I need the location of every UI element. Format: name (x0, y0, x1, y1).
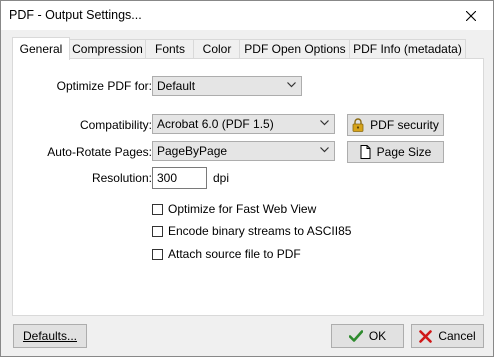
optimize-label: Optimize PDF for: (56, 79, 152, 93)
autorotate-label: Auto-Rotate Pages: (47, 145, 152, 159)
pdf-security-button[interactable]: PDF security (347, 114, 444, 136)
checkbox-box[interactable] (152, 225, 163, 237)
attach-source-checkbox[interactable]: Attach source file to PDF (152, 246, 301, 262)
page-size-label: Page Size (376, 145, 432, 159)
autorotate-select[interactable]: PageByPage (152, 141, 335, 161)
optimize-value: Default (157, 79, 196, 93)
ok-button[interactable]: OK (331, 324, 404, 348)
chevron-down-icon (320, 147, 329, 153)
page-size-button[interactable]: Page Size (347, 141, 444, 163)
checkbox-box[interactable] (152, 248, 163, 260)
defaults-button[interactable]: Defaults... (13, 324, 87, 348)
page-icon (360, 145, 371, 159)
general-panel: Optimize PDF for: Default Compatibility:… (12, 58, 484, 316)
title-bar: PDF - Output Settings... (1, 1, 493, 30)
resolution-unit: dpi (213, 171, 230, 185)
resolution-label: Resolution: (91, 171, 152, 185)
fast-web-view-checkbox[interactable]: Optimize for Fast Web View (152, 201, 316, 217)
window-title: PDF - Output Settings... (9, 8, 142, 22)
defaults-label: Defaults... (22, 329, 78, 343)
optimize-select[interactable]: Default (152, 76, 302, 96)
tab-general[interactable]: General (12, 37, 70, 60)
close-icon (466, 10, 476, 21)
tab-compression[interactable]: Compression (68, 39, 147, 58)
ok-label: OK (368, 329, 387, 343)
lock-icon (352, 118, 364, 132)
pdf-security-label: PDF security (370, 118, 439, 132)
checkmark-icon (348, 330, 363, 342)
chevron-down-icon (320, 120, 329, 126)
close-button[interactable] (449, 1, 493, 30)
compatibility-select[interactable]: Acrobat 6.0 (PDF 1.5) (152, 114, 335, 134)
dialog-window: PDF - Output Settings... General Compres… (0, 0, 494, 357)
ascii85-checkbox[interactable]: Encode binary streams to ASCII85 (152, 223, 351, 239)
ascii85-label: Encode binary streams to ASCII85 (168, 224, 352, 238)
tab-color[interactable]: Color (193, 39, 241, 58)
tab-pdf-open-options[interactable]: PDF Open Options (239, 39, 351, 58)
x-icon (419, 329, 433, 343)
compatibility-label: Compatibility: (79, 118, 152, 132)
tab-pdf-info[interactable]: PDF Info (metadata) (349, 39, 466, 58)
cancel-button[interactable]: Cancel (411, 324, 484, 348)
chevron-down-icon (287, 82, 296, 88)
fast-web-view-label: Optimize for Fast Web View (168, 202, 317, 216)
resolution-input[interactable]: 300 (152, 167, 207, 189)
attach-source-label: Attach source file to PDF (168, 247, 301, 261)
autorotate-value: PageByPage (157, 144, 228, 158)
checkbox-box[interactable] (152, 203, 163, 215)
tab-fonts[interactable]: Fonts (145, 39, 195, 58)
cancel-label: Cancel (438, 329, 476, 343)
compatibility-value: Acrobat 6.0 (PDF 1.5) (157, 117, 274, 131)
resolution-value: 300 (157, 171, 178, 185)
